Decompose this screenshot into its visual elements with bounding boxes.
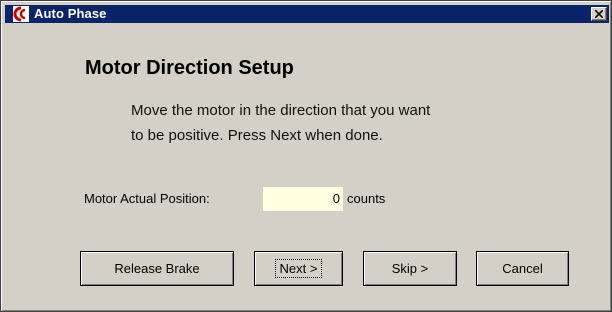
next-button[interactable]: Next > — [254, 251, 343, 286]
release-brake-button[interactable]: Release Brake — [80, 251, 234, 286]
skip-button[interactable]: Skip > — [363, 251, 457, 286]
title-bar[interactable]: Auto Phase — [5, 5, 609, 23]
motor-position-label: Motor Actual Position: — [84, 191, 210, 206]
page-title: Motor Direction Setup — [85, 57, 294, 79]
cancel-label: Cancel — [502, 261, 543, 276]
app-logo-icon — [13, 6, 29, 22]
instructions-text: Move the motor in the direction that you… — [131, 98, 531, 148]
close-icon — [595, 10, 603, 18]
instruction-line-1: Move the motor in the direction that you… — [131, 102, 431, 119]
close-button[interactable] — [591, 7, 607, 21]
auto-phase-dialog: Auto Phase Motor Direction Setup Move th… — [0, 0, 612, 312]
skip-label: Skip > — [391, 261, 429, 276]
cancel-button[interactable]: Cancel — [476, 251, 569, 286]
window-title: Auto Phase — [34, 6, 107, 21]
next-label: Next > — [274, 259, 323, 278]
position-unit-label: counts — [347, 191, 386, 206]
motor-position-field: 0 — [263, 187, 343, 211]
instruction-line-2: to be positive. Press Next when done. — [131, 127, 383, 144]
release-brake-label: Release Brake — [114, 261, 200, 276]
